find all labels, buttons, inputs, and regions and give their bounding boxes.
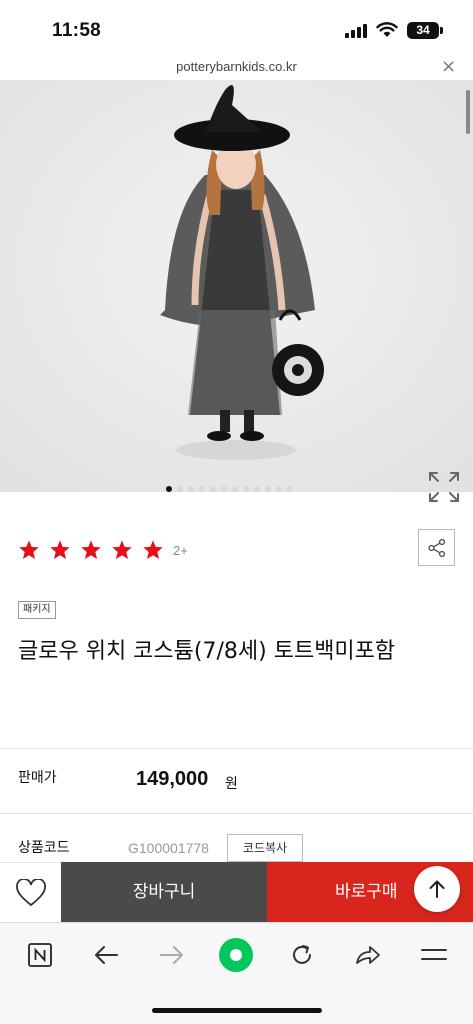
share-page-button[interactable] [350,937,386,973]
star-icon [112,540,132,559]
reload-button[interactable] [284,937,320,973]
carousel-dot[interactable] [210,486,216,492]
battery-tip [440,27,443,34]
carousel-dot[interactable] [232,486,238,492]
carousel-dot[interactable] [243,486,249,492]
naver-n-icon [28,943,52,967]
divider [0,813,473,814]
divider [0,748,473,749]
home-indicator [152,1008,322,1013]
carousel-dot[interactable] [265,486,271,492]
green-dot-button[interactable] [218,937,254,973]
carousel-dot[interactable] [276,486,282,492]
star-icon [143,540,163,559]
menu-button[interactable] [416,937,452,973]
carousel-dots[interactable] [166,486,293,494]
product-title: 글로우 위치 코스튬(7/8세) 토트백미포함 [18,639,396,664]
carousel-dot[interactable] [199,486,205,492]
share-button[interactable] [418,529,455,566]
code-value: G100001778 [128,840,209,856]
price-unit: 원 [225,776,238,792]
carousel-dot[interactable] [221,486,227,492]
star-icon [50,540,70,559]
url-bar[interactable]: potterybarnkids.co.kr × [0,56,473,80]
naver-home-button[interactable] [22,937,58,973]
wishlist-button[interactable] [0,862,61,922]
rating-row: 2+ [18,538,188,562]
rating-count[interactable]: 2+ [173,543,188,558]
scrollbar-thumb[interactable] [466,90,470,134]
url-text[interactable]: potterybarnkids.co.kr [0,59,473,74]
heart-icon [15,878,46,906]
arrow-up-icon [429,880,445,898]
action-bar: 장바구니 바로구매 [0,862,473,922]
witch-costume-photo [0,80,473,492]
status-bar: 11:58 34 [0,0,473,56]
star-icon [81,540,101,559]
carousel-dot[interactable] [287,486,293,492]
scroll-to-top-button[interactable] [414,866,460,912]
share-icon [427,538,445,557]
wifi-icon [376,22,398,37]
green-circle-icon [219,938,253,972]
hamburger-menu-icon [421,949,447,960]
battery-icon: 34 [407,22,439,39]
carousel-dot[interactable] [188,486,194,492]
expand-icon[interactable] [426,469,462,505]
star-rating [18,539,173,561]
reload-icon [293,945,311,964]
package-badge: 패키지 [18,601,56,619]
signal-icon [345,24,367,38]
arrow-right-icon [160,946,183,964]
carousel-dot[interactable] [254,486,260,492]
forward-button[interactable] [154,937,190,973]
copy-code-button[interactable]: 코드복사 [227,834,303,862]
forward-share-icon [356,946,380,964]
price-value: 149,000 [136,768,209,790]
status-time: 11:58 [52,20,102,41]
carousel-dot[interactable] [166,486,172,492]
product-image[interactable] [0,80,473,492]
arrow-left-icon [95,946,118,964]
price-label: 판매가 [18,770,57,786]
code-label: 상품코드 [18,840,70,856]
close-icon[interactable]: × [441,56,456,77]
back-button[interactable] [88,937,124,973]
carousel-dot[interactable] [177,486,183,492]
star-icon [19,540,39,559]
add-to-cart-button[interactable]: 장바구니 [61,862,267,922]
